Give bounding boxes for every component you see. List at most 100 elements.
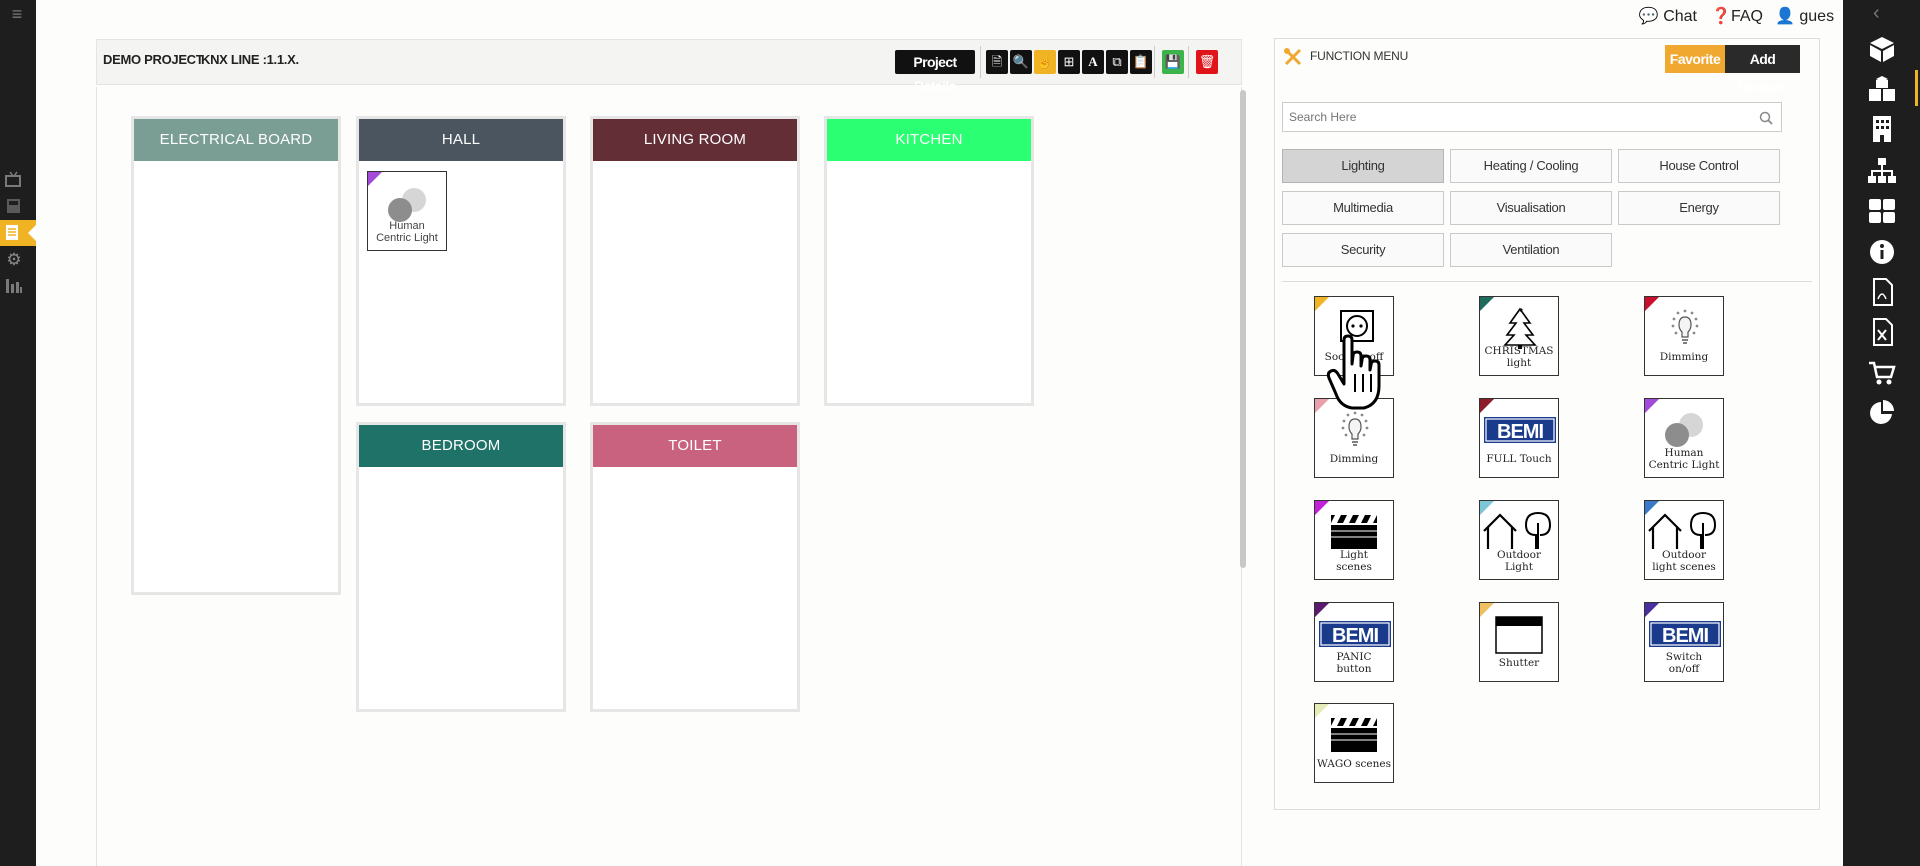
room-kitchen[interactable]: KITCHEN bbox=[824, 116, 1034, 406]
svg-text:BEMI: BEMI bbox=[1662, 625, 1708, 647]
device-label-line: CHRISTMAS bbox=[1484, 345, 1554, 357]
workspace-scrollbar[interactable] bbox=[1240, 90, 1246, 568]
device-tile[interactable]: Shutter bbox=[1479, 602, 1559, 682]
device-label: PANIC button bbox=[1315, 651, 1393, 675]
device-tile[interactable]: Light scenes bbox=[1314, 500, 1394, 580]
device-search-field[interactable] bbox=[1282, 102, 1782, 132]
hall-human-centric-light-device[interactable]: Human Centric Light bbox=[367, 171, 447, 251]
device-tile[interactable]: BEMI PANIC button bbox=[1314, 602, 1394, 682]
faq-link[interactable]: ❓FAQ bbox=[1711, 6, 1763, 26]
left-sidebar: ≡ ⚙ bbox=[0, 0, 36, 866]
device-tile[interactable]: Outdoor Light bbox=[1479, 500, 1559, 580]
room-title: ELECTRICAL BOARD bbox=[134, 119, 338, 161]
building-icon[interactable] bbox=[1867, 114, 1897, 144]
document-icon bbox=[6, 225, 18, 240]
device-label-line: Dimming bbox=[1329, 453, 1379, 465]
user-link[interactable]: 👤 gues bbox=[1775, 6, 1847, 26]
device-tile[interactable]: Dimming bbox=[1644, 296, 1724, 376]
category-heating-cooling[interactable]: Heating / Cooling bbox=[1450, 149, 1612, 183]
category-lighting[interactable]: Lighting bbox=[1282, 149, 1444, 183]
tv-icon[interactable] bbox=[4, 170, 24, 190]
category-ventilation[interactable]: Ventilation bbox=[1450, 233, 1612, 267]
active-nav-item[interactable] bbox=[0, 220, 36, 246]
trash-icon: 🗑 bbox=[1198, 54, 1216, 69]
house-tree-icon bbox=[1648, 511, 1717, 549]
device-label: Outdoor light scenes bbox=[1645, 549, 1723, 573]
room-title: KITCHEN bbox=[827, 119, 1031, 161]
copy-icon: ⧉ bbox=[1112, 54, 1122, 69]
room-bedroom[interactable]: BEDROOM bbox=[356, 422, 566, 712]
film-icon[interactable] bbox=[4, 196, 24, 216]
device-label-line: WAGO scenes bbox=[1316, 758, 1392, 770]
text-tool-button[interactable]: A bbox=[1082, 50, 1104, 74]
pdf-icon[interactable] bbox=[1867, 277, 1897, 307]
new-document-button[interactable]: 🗎 bbox=[986, 50, 1008, 74]
clapperboard-icon bbox=[1331, 515, 1377, 549]
device-label: Centric Light bbox=[376, 232, 438, 244]
device-label: FULL Touch bbox=[1480, 453, 1558, 465]
favorite-button[interactable]: Favorite bbox=[1665, 45, 1725, 73]
paste-button[interactable]: 📋 bbox=[1130, 50, 1152, 74]
cart-icon[interactable] bbox=[1867, 358, 1897, 388]
toolbar-divider bbox=[1188, 46, 1189, 78]
bemi-logo-icon: BEMI bbox=[1319, 621, 1391, 647]
device-label: Human bbox=[389, 220, 425, 232]
room-electrical-board[interactable]: ELECTRICAL BOARD bbox=[131, 116, 341, 595]
device-tile[interactable]: ★ CHRISTMAS light bbox=[1479, 296, 1559, 376]
pie-chart-icon[interactable] bbox=[1867, 398, 1897, 428]
add-devices-button[interactable]: Add Devices bbox=[1725, 45, 1800, 95]
paste-icon: 📋 bbox=[1132, 54, 1150, 69]
room-living-room[interactable]: LIVING ROOM bbox=[590, 116, 800, 406]
delete-button[interactable]: 🗑 bbox=[1196, 50, 1218, 74]
toolbar-divider bbox=[980, 46, 981, 78]
category-house-control[interactable]: House Control bbox=[1618, 149, 1780, 183]
device-label: Outdoor Light bbox=[1480, 549, 1558, 573]
font-icon: A bbox=[1088, 54, 1098, 69]
device-tile[interactable]: Human Centric Light bbox=[1644, 398, 1724, 478]
device-tile[interactable]: BEMI Switch on/off bbox=[1644, 602, 1724, 682]
room-title: BEDROOM bbox=[359, 425, 563, 467]
category-multimedia[interactable]: Multimedia bbox=[1282, 191, 1444, 225]
svg-text:BEMI: BEMI bbox=[1332, 625, 1378, 647]
hand-cursor-icon bbox=[1326, 334, 1381, 410]
human-centric-icon bbox=[388, 188, 426, 222]
room-hall[interactable]: HALL Human Centric Light bbox=[356, 116, 566, 406]
device-label-line: light scenes bbox=[1652, 561, 1716, 573]
category-security[interactable]: Security bbox=[1282, 233, 1444, 267]
sitemap-icon[interactable] bbox=[1867, 156, 1897, 186]
project-details-button[interactable]: Project Details bbox=[895, 50, 975, 94]
gear-icon[interactable]: ⚙ bbox=[4, 250, 24, 270]
menu-hamburger-icon[interactable]: ≡ bbox=[7, 4, 27, 24]
human-centric-icon bbox=[1665, 413, 1703, 447]
info-icon[interactable] bbox=[1867, 237, 1897, 267]
house-tree-icon bbox=[1483, 511, 1552, 549]
device-label: Dimming bbox=[1315, 453, 1393, 465]
svg-text:BEMI: BEMI bbox=[1497, 421, 1543, 443]
device-label: Human Centric Light bbox=[1645, 447, 1723, 471]
collapse-chevron-icon[interactable]: ‹ bbox=[1873, 2, 1880, 25]
room-toilet[interactable]: TOILET bbox=[590, 422, 800, 712]
category-energy[interactable]: Energy bbox=[1618, 191, 1780, 225]
device-label-line: light bbox=[1506, 357, 1532, 369]
shutter-icon bbox=[1495, 616, 1543, 654]
hierarchy-button[interactable]: ⊞ bbox=[1058, 50, 1080, 74]
cube-icon[interactable] bbox=[1867, 34, 1897, 64]
save-button[interactable]: 💾 bbox=[1162, 50, 1184, 74]
device-tile[interactable]: BEMI FULL Touch bbox=[1479, 398, 1559, 478]
question-circle-icon: ❓ bbox=[1711, 8, 1731, 25]
device-tile[interactable]: Outdoor light scenes bbox=[1644, 500, 1724, 580]
bar-chart-icon[interactable] bbox=[4, 276, 24, 296]
cubes-icon[interactable] bbox=[1867, 74, 1897, 104]
search-button[interactable]: 🔍 bbox=[1010, 50, 1032, 74]
category-visualisation[interactable]: Visualisation bbox=[1450, 191, 1612, 225]
search-icon[interactable] bbox=[1759, 111, 1773, 125]
copy-button[interactable]: ⧉ bbox=[1106, 50, 1128, 74]
grid-icon[interactable] bbox=[1867, 196, 1897, 226]
chat-link[interactable]: 💬 Chat bbox=[1639, 6, 1697, 26]
excel-icon[interactable] bbox=[1867, 317, 1897, 347]
select-tool-button[interactable]: ☝ bbox=[1034, 50, 1056, 74]
device-tile[interactable]: WAGO scenes bbox=[1314, 703, 1394, 783]
function-menu-divider bbox=[1282, 281, 1812, 282]
device-label: Dimming bbox=[1645, 351, 1723, 363]
device-search-input[interactable] bbox=[1283, 103, 1743, 131]
